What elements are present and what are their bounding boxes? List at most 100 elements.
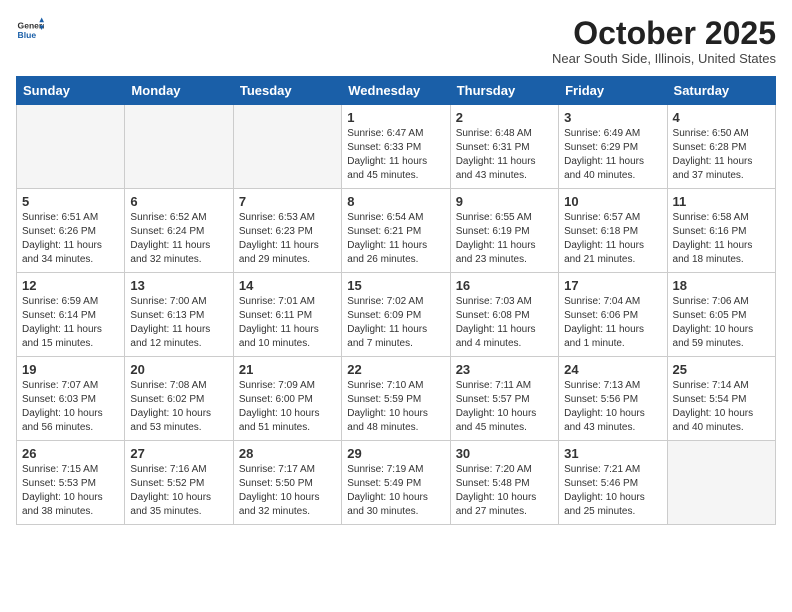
day-info: Sunrise: 7:04 AM Sunset: 6:06 PM Dayligh…	[564, 295, 661, 351]
day-info: Sunrise: 7:02 AM Sunset: 6:09 PM Dayligh…	[347, 295, 444, 351]
day-info: Sunrise: 6:51 AM Sunset: 6:26 PM Dayligh…	[22, 211, 119, 267]
calendar-day-cell: 18Sunrise: 7:06 AM Sunset: 6:05 PM Dayli…	[667, 273, 775, 357]
day-info: Sunrise: 6:47 AM Sunset: 6:33 PM Dayligh…	[347, 127, 444, 183]
day-number: 14	[239, 278, 336, 293]
day-info: Sunrise: 7:13 AM Sunset: 5:56 PM Dayligh…	[564, 379, 661, 435]
calendar-day-cell: 13Sunrise: 7:00 AM Sunset: 6:13 PM Dayli…	[125, 273, 233, 357]
calendar-week-row: 19 Sunrise: 7:07 AM Sunset: 6:03 PM Dayli…	[17, 357, 776, 441]
day-info: Sunrise: 7:03 AM Sunset: 6:08 PM Dayligh…	[456, 295, 553, 351]
calendar-day-cell: 30 Sunrise: 7:20 AM Sunset: 5:48 PM Dayli…	[450, 441, 558, 525]
logo: General Blue	[16, 16, 44, 44]
day-info: Sunrise: 7:16 AM Sunset: 5:52 PM Dayligh…	[130, 463, 227, 519]
day-number: 16	[456, 278, 553, 293]
day-info: Sunrise: 6:55 AM Sunset: 6:19 PM Dayligh…	[456, 211, 553, 267]
weekday-header-cell: Friday	[559, 77, 667, 105]
day-number: 22	[347, 362, 444, 377]
weekday-header-cell: Monday	[125, 77, 233, 105]
calendar-day-cell: 12 Sunrise: 6:59 AM Sunset: 6:14 PM Dayli…	[17, 273, 125, 357]
day-number: 12	[22, 278, 119, 293]
day-info: Sunrise: 7:10 AM Sunset: 5:59 PM Dayligh…	[347, 379, 444, 435]
calendar-day-cell	[125, 105, 233, 189]
calendar-day-cell: 10 Sunrise: 6:57 AM Sunset: 6:18 PM Dayli…	[559, 189, 667, 273]
calendar-day-cell: 21Sunrise: 7:09 AM Sunset: 6:00 PM Dayli…	[233, 357, 341, 441]
day-number: 9	[456, 194, 553, 209]
day-number: 29	[347, 446, 444, 461]
calendar-day-cell: 1 Sunrise: 6:47 AM Sunset: 6:33 PM Daylig…	[342, 105, 450, 189]
day-info: Sunrise: 6:59 AM Sunset: 6:14 PM Dayligh…	[22, 295, 119, 351]
day-number: 28	[239, 446, 336, 461]
day-info: Sunrise: 7:15 AM Sunset: 5:53 PM Dayligh…	[22, 463, 119, 519]
day-number: 19	[22, 362, 119, 377]
weekday-header-cell: Sunday	[17, 77, 125, 105]
day-info: Sunrise: 7:11 AM Sunset: 5:57 PM Dayligh…	[456, 379, 553, 435]
weekday-header-cell: Tuesday	[233, 77, 341, 105]
month-title: October 2025	[552, 16, 776, 51]
calendar-day-cell: 2 Sunrise: 6:48 AM Sunset: 6:31 PM Daylig…	[450, 105, 558, 189]
weekday-header-cell: Thursday	[450, 77, 558, 105]
weekday-header-cell: Wednesday	[342, 77, 450, 105]
header: General Blue October 2025 Near South Sid…	[16, 16, 776, 66]
day-number: 10	[564, 194, 661, 209]
day-info: Sunrise: 6:58 AM Sunset: 6:16 PM Dayligh…	[673, 211, 770, 267]
subtitle: Near South Side, Illinois, United States	[552, 51, 776, 66]
day-number: 4	[673, 110, 770, 125]
day-number: 1	[347, 110, 444, 125]
calendar-day-cell: 11 Sunrise: 6:58 AM Sunset: 6:16 PM Dayli…	[667, 189, 775, 273]
calendar-day-cell: 22 Sunrise: 7:10 AM Sunset: 5:59 PM Dayli…	[342, 357, 450, 441]
day-number: 23	[456, 362, 553, 377]
logo-icon: General Blue	[16, 16, 44, 44]
day-number: 2	[456, 110, 553, 125]
calendar-body: 1 Sunrise: 6:47 AM Sunset: 6:33 PM Daylig…	[17, 105, 776, 525]
day-info: Sunrise: 7:07 AM Sunset: 6:03 PM Dayligh…	[22, 379, 119, 435]
day-number: 6	[130, 194, 227, 209]
day-number: 31	[564, 446, 661, 461]
day-number: 30	[456, 446, 553, 461]
svg-text:Blue: Blue	[18, 30, 37, 40]
day-info: Sunrise: 6:57 AM Sunset: 6:18 PM Dayligh…	[564, 211, 661, 267]
day-info: Sunrise: 6:52 AM Sunset: 6:24 PM Dayligh…	[130, 211, 227, 267]
day-info: Sunrise: 7:17 AM Sunset: 5:50 PM Dayligh…	[239, 463, 336, 519]
calendar-day-cell: 19 Sunrise: 7:07 AM Sunset: 6:03 PM Dayli…	[17, 357, 125, 441]
day-info: Sunrise: 7:09 AM Sunset: 6:00 PM Dayligh…	[239, 379, 336, 435]
day-info: Sunrise: 6:49 AM Sunset: 6:29 PM Dayligh…	[564, 127, 661, 183]
calendar-day-cell	[667, 441, 775, 525]
calendar-day-cell: 6 Sunrise: 6:52 AM Sunset: 6:24 PM Daylig…	[125, 189, 233, 273]
calendar-week-row: 26 Sunrise: 7:15 AM Sunset: 5:53 PM Dayli…	[17, 441, 776, 525]
day-number: 24	[564, 362, 661, 377]
day-info: Sunrise: 7:21 AM Sunset: 5:46 PM Dayligh…	[564, 463, 661, 519]
day-number: 3	[564, 110, 661, 125]
day-info: Sunrise: 7:08 AM Sunset: 6:02 PM Dayligh…	[130, 379, 227, 435]
calendar-day-cell: 8 Sunrise: 6:54 AM Sunset: 6:21 PM Daylig…	[342, 189, 450, 273]
calendar-day-cell: 23 Sunrise: 7:11 AM Sunset: 5:57 PM Dayli…	[450, 357, 558, 441]
day-info: Sunrise: 6:50 AM Sunset: 6:28 PM Dayligh…	[673, 127, 770, 183]
day-number: 13	[130, 278, 227, 293]
day-info: Sunrise: 7:14 AM Sunset: 5:54 PM Dayligh…	[673, 379, 770, 435]
calendar-day-cell: 17 Sunrise: 7:04 AM Sunset: 6:06 PM Dayli…	[559, 273, 667, 357]
day-info: Sunrise: 6:48 AM Sunset: 6:31 PM Dayligh…	[456, 127, 553, 183]
calendar-day-cell: 25Sunrise: 7:14 AM Sunset: 5:54 PM Dayli…	[667, 357, 775, 441]
calendar-day-cell: 27 Sunrise: 7:16 AM Sunset: 5:52 PM Dayli…	[125, 441, 233, 525]
day-number: 11	[673, 194, 770, 209]
calendar-day-cell: 3 Sunrise: 6:49 AM Sunset: 6:29 PM Daylig…	[559, 105, 667, 189]
weekday-header-row: SundayMondayTuesdayWednesdayThursdayFrid…	[17, 77, 776, 105]
calendar-day-cell: 31 Sunrise: 7:21 AM Sunset: 5:46 PM Dayli…	[559, 441, 667, 525]
day-number: 8	[347, 194, 444, 209]
day-info: Sunrise: 6:54 AM Sunset: 6:21 PM Dayligh…	[347, 211, 444, 267]
day-number: 7	[239, 194, 336, 209]
day-number: 27	[130, 446, 227, 461]
day-number: 15	[347, 278, 444, 293]
calendar: SundayMondayTuesdayWednesdayThursdayFrid…	[16, 76, 776, 525]
calendar-day-cell: 14Sunrise: 7:01 AM Sunset: 6:11 PM Dayli…	[233, 273, 341, 357]
calendar-week-row: 5Sunrise: 6:51 AM Sunset: 6:26 PM Daylig…	[17, 189, 776, 273]
day-number: 18	[673, 278, 770, 293]
calendar-day-cell: 15 Sunrise: 7:02 AM Sunset: 6:09 PM Dayli…	[342, 273, 450, 357]
day-number: 26	[22, 446, 119, 461]
day-info: Sunrise: 7:20 AM Sunset: 5:48 PM Dayligh…	[456, 463, 553, 519]
calendar-day-cell: 20Sunrise: 7:08 AM Sunset: 6:02 PM Dayli…	[125, 357, 233, 441]
calendar-day-cell: 9 Sunrise: 6:55 AM Sunset: 6:19 PM Daylig…	[450, 189, 558, 273]
calendar-day-cell: 28 Sunrise: 7:17 AM Sunset: 5:50 PM Dayli…	[233, 441, 341, 525]
calendar-day-cell	[17, 105, 125, 189]
weekday-header-cell: Saturday	[667, 77, 775, 105]
day-number: 17	[564, 278, 661, 293]
day-info: Sunrise: 6:53 AM Sunset: 6:23 PM Dayligh…	[239, 211, 336, 267]
